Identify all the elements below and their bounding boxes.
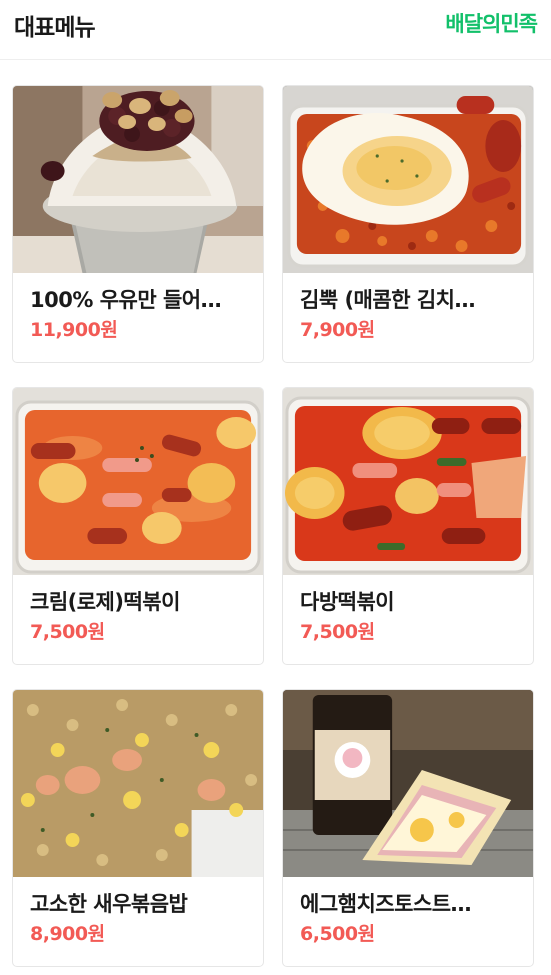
menu-price: 7,900원 [300, 319, 375, 341]
rose-tteokbokki-photo [13, 388, 263, 575]
menu-name: 다방떡볶이 [300, 590, 395, 614]
bingsu-photo [13, 86, 263, 273]
kimchi-fried-rice-photo [283, 86, 533, 273]
egg-ham-cheese-toast-photo [283, 690, 533, 877]
menu-card[interactable]: 고소한 새우볶음밥 8,900원 [12, 689, 264, 967]
menu-name: 김뿍 (매콤한 김치… [300, 288, 475, 312]
menu-card[interactable]: 다방떡볶이 7,500원 [282, 387, 534, 665]
menu-grid: 100% 우유만 들어… 11,900원 김뿍 (매콤한 김치… 7,900원 … [12, 85, 534, 967]
menu-price: 11,900원 [30, 319, 118, 341]
shrimp-fried-rice-photo [13, 690, 263, 877]
section-header: 대표메뉴 배달의민족 [0, 0, 551, 60]
dabang-tteokbokki-photo [283, 388, 533, 575]
section-title: 대표메뉴 [14, 15, 96, 41]
menu-card[interactable]: 100% 우유만 들어… 11,900원 [12, 85, 264, 363]
menu-name: 100% 우유만 들어… [30, 288, 222, 312]
menu-name: 고소한 새우볶음밥 [30, 892, 188, 916]
menu-price: 7,500원 [300, 621, 375, 643]
menu-name: 에그햄치즈토스트… [300, 892, 472, 916]
brand-logo[interactable]: 배달의민족 [445, 8, 538, 38]
menu-price: 8,900원 [30, 923, 105, 945]
menu-price: 7,500원 [30, 621, 105, 643]
menu-card[interactable]: 에그햄치즈토스트… 6,500원 [282, 689, 534, 967]
menu-price: 6,500원 [300, 923, 375, 945]
menu-card[interactable]: 크림(로제)떡볶이 7,500원 [12, 387, 264, 665]
menu-card[interactable]: 김뿍 (매콤한 김치… 7,900원 [282, 85, 534, 363]
menu-name: 크림(로제)떡볶이 [30, 590, 180, 614]
